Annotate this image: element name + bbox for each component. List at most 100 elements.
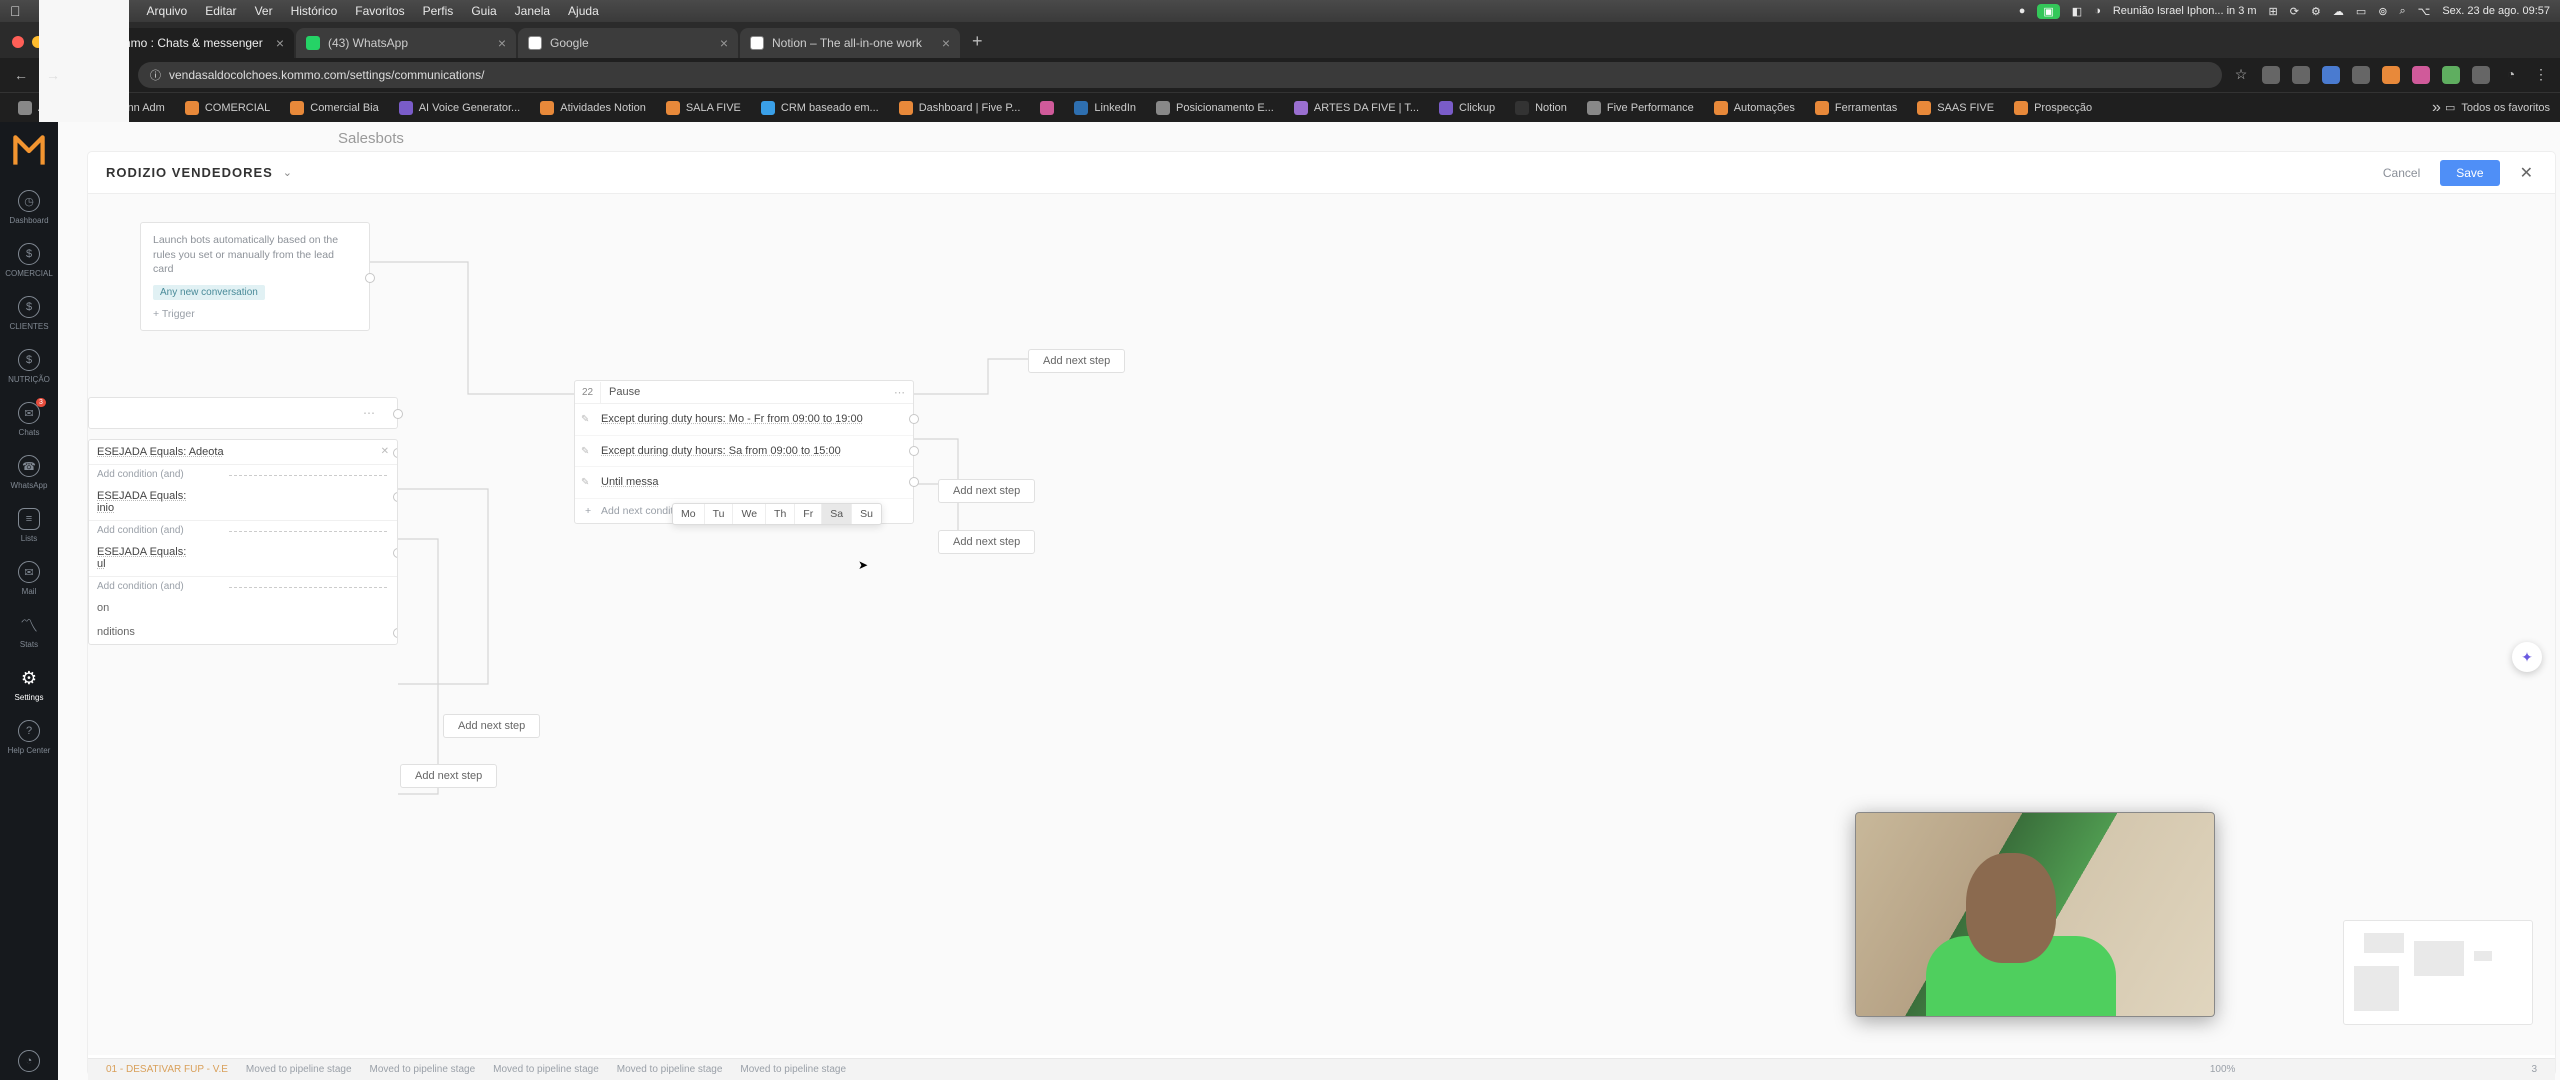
day-th[interactable]: Th [766,504,795,524]
trigger-card[interactable]: Launch bots automatically based on the r… [140,222,370,331]
battery-icon[interactable]: ▭ [2356,5,2366,18]
nav-whatsapp[interactable]: ☎WhatsApp [0,445,58,498]
day-mo[interactable]: Mo [673,504,705,524]
close-icon[interactable]: × [720,35,728,51]
chrome-menu-icon[interactable]: ⋮ [2532,66,2550,84]
bookmark-folder[interactable]: SAAS FIVE [1909,98,2002,118]
tab-whatsapp[interactable]: (43) WhatsApp × [296,28,516,58]
output-port[interactable] [393,628,398,638]
add-condition-button[interactable]: Add condition (and) [89,521,397,540]
add-next-step-button[interactable]: Add next step [1028,349,1125,373]
kommo-logo[interactable] [0,122,58,180]
remove-icon[interactable]: ✕ [381,446,389,457]
pause-condition-text[interactable]: Until messa [601,476,658,488]
add-condition-button[interactable]: Add condition (and) [89,465,397,484]
condition-value[interactable]: inio [97,502,114,514]
output-port[interactable] [909,414,919,424]
bookmark-item[interactable]: Clickup [1431,98,1503,118]
bookmark-item[interactable]: CRM baseado em... [753,98,887,118]
add-next-step-button[interactable]: Add next step [443,714,540,738]
flow-canvas[interactable]: Launch bots automatically based on the r… [88,194,2555,1055]
output-port[interactable] [393,409,403,419]
all-bookmarks-button[interactable]: ▭ Todos os favoritos [2445,101,2550,114]
bookmark-item[interactable]: LinkedIn [1066,98,1144,118]
profile-icon[interactable]: ◔ [2502,66,2520,84]
nav-help[interactable]: ?Help Center [0,710,58,763]
nav-stats[interactable]: 〽Stats [0,604,58,657]
bookmark-item[interactable] [1032,98,1062,118]
output-port[interactable] [393,492,398,502]
wifi-icon[interactable]: ⊚ [2378,5,2387,18]
apple-icon[interactable]:  [10,3,21,19]
extension-icon[interactable] [2352,66,2370,84]
extension-icon[interactable] [2322,66,2340,84]
trigger-chip[interactable]: Any new conversation [153,285,265,300]
close-icon[interactable]: × [498,35,506,51]
forward-button[interactable]: → [42,67,64,83]
pause-condition-text[interactable]: Except during duty hours: Sa from 09:00 … [601,445,841,457]
pause-condition-text[interactable]: Except during duty hours: Mo - Fr from 0… [601,413,863,425]
menu-editar[interactable]: Editar [205,4,236,18]
add-trigger-button[interactable]: Trigger [153,308,357,320]
tray-icon[interactable]: ⚙ [2311,5,2321,18]
condition-text[interactable]: ESEJADA Equals: [97,490,186,502]
footer-bot-name[interactable]: 01 - DESATIVAR FUP - V.E [106,1064,228,1075]
condition-text[interactable]: ESEJADA Equals: [97,546,186,558]
output-port[interactable] [909,446,919,456]
cancel-button[interactable]: Cancel [2373,160,2430,186]
menu-arquivo[interactable]: Arquivo [147,4,188,18]
camera-status-icon[interactable]: ▣ [2037,4,2059,19]
extension-icon[interactable] [2412,66,2430,84]
menu-perfis[interactable]: Perfis [423,4,454,18]
bookmark-item[interactable]: AI Voice Generator... [391,98,529,118]
nav-mail[interactable]: ✉Mail [0,551,58,604]
condition-text[interactable]: ESEJADA Equals: Adeota [97,446,224,458]
menu-favoritos[interactable]: Favoritos [355,4,404,18]
bookmark-item[interactable]: ARTES DA FIVE | T... [1286,98,1427,118]
bookmark-folder[interactable]: Prospecção [2006,98,2100,118]
add-next-step-button[interactable]: Add next step [938,479,1035,503]
nav-lists[interactable]: ≡Lists [0,498,58,551]
tray-icon[interactable]: ◑ [2094,5,2101,17]
condition-header-node[interactable]: ⋯ [88,397,398,429]
add-next-step-button[interactable]: Add next step [400,764,497,788]
nav-comercial[interactable]: $COMERCIAL [0,233,58,286]
bot-title[interactable]: RODIZIO VENDEDORES [106,165,273,180]
menu-ver[interactable]: Ver [255,4,273,18]
bookmark-item[interactable]: Five Performance [1579,98,1702,118]
bookmark-item[interactable]: Posicionamento E... [1148,98,1282,118]
clock[interactable]: Sex. 23 de ago. 09:57 [2442,5,2550,17]
site-info-icon[interactable]: ⓘ [150,67,161,83]
search-icon[interactable]: ⌕ [2399,5,2405,18]
bookmark-folder[interactable]: Atividades Notion [532,98,654,118]
output-port[interactable] [393,548,398,558]
tray-icon[interactable]: ⟳ [2290,5,2299,18]
webcam-overlay[interactable] [1855,812,2215,1017]
add-next-step-button[interactable]: Add next step [938,530,1035,554]
output-port[interactable] [365,273,375,283]
nav-clientes[interactable]: $CLIENTES [0,286,58,339]
chevron-down-icon[interactable]: ⌄ [283,166,292,179]
tray-icon[interactable]: ☁ [2333,5,2344,18]
output-port[interactable] [909,477,919,487]
step-type-label[interactable]: Pause [601,381,886,403]
day-we[interactable]: We [733,504,766,524]
nav-nutricao[interactable]: $NUTRIÇÃO [0,339,58,392]
extension-icon[interactable] [2442,66,2460,84]
extensions-menu-icon[interactable] [2472,66,2490,84]
bookmark-folder[interactable]: Dashboard | Five P... [891,98,1029,118]
output-port[interactable] [393,448,398,458]
node-menu-icon[interactable]: ⋯ [363,406,375,420]
tray-icon[interactable]: ⊞ [2269,5,2278,18]
edit-icon[interactable]: ✎ [581,475,589,490]
day-sa[interactable]: Sa [822,504,852,524]
menu-historico[interactable]: Histórico [291,4,338,18]
condition-stack[interactable]: ESEJADA Equals: Adeota ✕ Add condition (… [88,439,398,645]
bookmark-star-icon[interactable]: ☆ [2232,66,2250,84]
day-su[interactable]: Su [852,504,881,524]
bookmark-folder[interactable]: Ferramentas [1807,98,1905,118]
new-tab-button[interactable]: + [962,31,993,58]
close-icon[interactable]: ✕ [2510,163,2537,183]
close-icon[interactable]: × [276,35,284,51]
nav-notifications[interactable]: ◔ [0,1040,58,1080]
